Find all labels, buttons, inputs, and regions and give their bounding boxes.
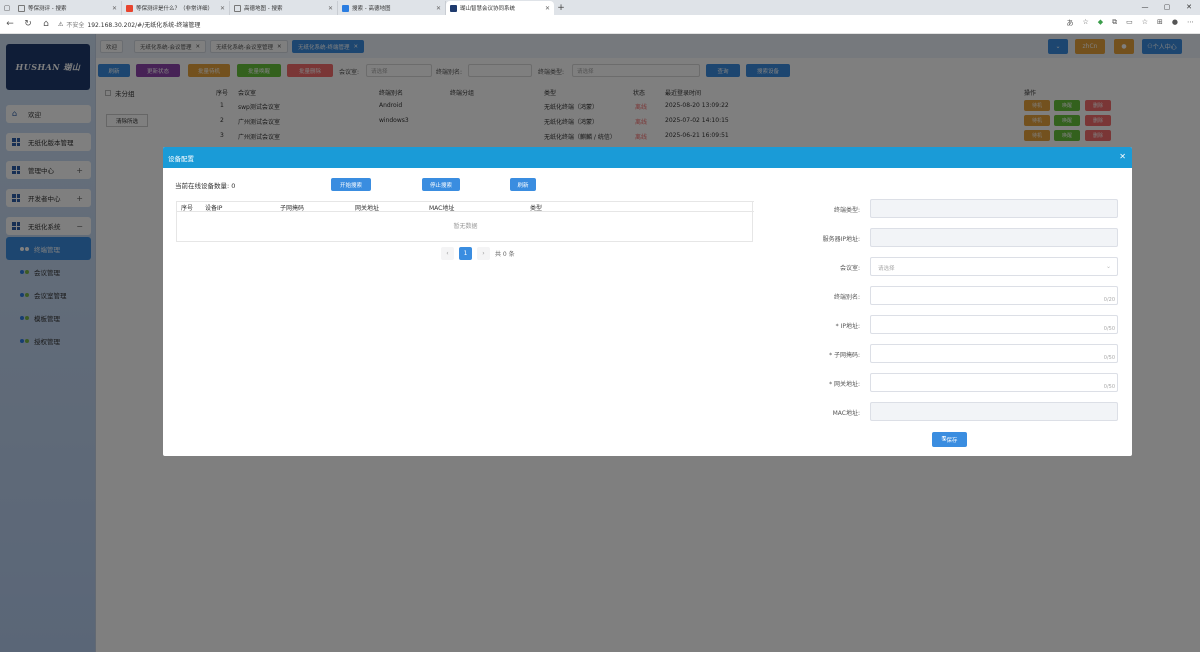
close-tab-icon[interactable]: ✕ xyxy=(220,5,225,12)
extensions-icon[interactable]: ⧉ xyxy=(1112,18,1117,28)
char-counter: 0/50 xyxy=(1103,384,1115,390)
column-header: 子网掩码 xyxy=(280,205,305,212)
csdn-favicon-icon xyxy=(126,4,133,12)
subnet-mask-field[interactable]: 0/50 xyxy=(870,344,1118,363)
alias-label: 终端别名: xyxy=(833,294,860,301)
dialog-title: 设备配置 xyxy=(168,154,194,163)
refresh-label: 刷新 xyxy=(517,182,529,189)
online-count: 当前在线设备数量: 0 xyxy=(175,180,235,190)
favorites-icon[interactable]: ☆ xyxy=(1142,18,1148,28)
online-count-label: 当前在线设备数量: xyxy=(175,182,230,190)
url-field[interactable]: ⚠ 不安全 192.168.30.202/#/无纸化系统-终端管理 xyxy=(58,20,200,29)
browser-tab-title: 瑚山智慧会议协同系统 xyxy=(460,6,516,12)
ip-field[interactable]: 0/50 xyxy=(870,315,1118,334)
terminal-type-field[interactable] xyxy=(870,199,1118,218)
browser-tab[interactable]: 搜索 - 高德地图 ✕ xyxy=(338,1,446,15)
close-tab-icon[interactable]: ✕ xyxy=(545,5,550,12)
browser-tabbar: ▢ 等保测评 - 搜索 ✕ 等保测评是什么？（非常详细） ✕ 高德地图 - 搜索 ✕ … xyxy=(0,0,1200,15)
close-icon[interactable]: ✕ xyxy=(1119,152,1126,161)
server-ip-label: 服务器IP地址: xyxy=(822,236,860,243)
char-counter: 0/20 xyxy=(1103,297,1115,303)
home-icon[interactable]: ⌂ xyxy=(40,19,52,29)
room-select[interactable]: 请选择 ⌄ xyxy=(870,257,1118,276)
amap-favicon-icon xyxy=(342,4,349,12)
browser-tab[interactable]: 高德地图 - 搜索 ✕ xyxy=(230,1,338,15)
refresh-button[interactable]: 刷新 xyxy=(510,178,536,191)
chevron-down-icon: ⌄ xyxy=(1105,263,1111,270)
page-number-button[interactable]: 1 xyxy=(459,247,472,260)
device-config-dialog: 设备配置 ✕ 当前在线设备数量: 0 开始搜索 停止搜索 刷新 序号 设备IP … xyxy=(163,147,1132,456)
split-screen-icon[interactable]: ▭ xyxy=(1126,18,1133,28)
browser-tab-title: 高德地图 - 搜索 xyxy=(244,6,283,12)
window-menu-icon[interactable]: ▢ xyxy=(0,0,14,15)
mac-label: MAC地址: xyxy=(832,410,860,417)
app-favicon-icon xyxy=(450,4,457,12)
column-header: 序号 xyxy=(181,205,194,212)
gateway-label: * 网关地址: xyxy=(829,381,860,388)
ip-label: * IP地址: xyxy=(835,323,860,330)
reload-icon[interactable]: ↻ xyxy=(22,19,34,29)
insecure-label: 不安全 xyxy=(66,21,85,29)
save-label: 保存 xyxy=(946,437,958,444)
subnet-mask-label: * 子网掩码: xyxy=(829,352,860,359)
back-icon[interactable]: ← xyxy=(4,19,16,29)
start-search-button[interactable]: 开始搜索 xyxy=(331,178,371,191)
close-window-icon[interactable]: ✕ xyxy=(1178,0,1200,14)
column-header: MAC地址 xyxy=(429,205,455,212)
server-ip-field[interactable] xyxy=(870,228,1118,247)
next-page-button[interactable]: › xyxy=(477,247,490,260)
column-header: 网关地址 xyxy=(355,205,380,212)
collections-icon[interactable]: ⊞ xyxy=(1157,18,1163,28)
browser-tab-active[interactable]: 瑚山智慧会议协同系统 ✕ xyxy=(446,1,554,15)
shield-icon[interactable]: ◆ xyxy=(1098,18,1103,28)
device-table: 序号 设备IP 子网掩码 网关地址 MAC地址 类型 暂无数据 xyxy=(176,201,754,242)
char-counter: 0/50 xyxy=(1103,326,1115,332)
browser-tab[interactable]: 等保测评是什么？（非常详细） ✕ xyxy=(122,1,230,15)
address-bar: ← ↻ ⌂ ⚠ 不安全 192.168.30.202/#/无纸化系统-终端管理 … xyxy=(0,15,1200,34)
save-button[interactable]: 🖫 保存 xyxy=(932,432,967,447)
close-tab-icon[interactable]: ✕ xyxy=(112,5,117,12)
favorite-star-icon[interactable]: ☆ xyxy=(1082,18,1088,28)
warning-icon: ⚠ xyxy=(58,20,64,28)
browser-toolbar-icons: あ ☆ ◆ ⧉ ▭ ☆ ⊞ ● ⋯ xyxy=(1066,18,1194,28)
pagination: ‹ 1 › 共 0 条 xyxy=(441,247,515,260)
translate-icon[interactable]: あ xyxy=(1066,18,1073,28)
url-text: 192.168.30.202/#/无纸化系统-终端管理 xyxy=(87,21,201,29)
alias-field[interactable]: 0/20 xyxy=(870,286,1118,305)
close-tab-icon[interactable]: ✕ xyxy=(436,5,441,12)
minimize-icon[interactable]: — xyxy=(1134,0,1156,14)
stop-search-button[interactable]: 停止搜索 xyxy=(422,178,460,191)
empty-state-text: 暂无数据 xyxy=(453,223,478,230)
room-placeholder: 请选择 xyxy=(878,266,895,272)
maximize-icon[interactable]: ▢ xyxy=(1156,0,1178,14)
browser-tab[interactable]: 等保测评 - 搜索 ✕ xyxy=(14,1,122,15)
column-header: 设备IP xyxy=(205,205,223,212)
browser-tab-title: 搜索 - 高德地图 xyxy=(352,6,391,12)
dialog-body: 当前在线设备数量: 0 开始搜索 停止搜索 刷新 序号 设备IP 子网掩码 网关… xyxy=(163,168,1132,456)
dialog-header: 设备配置 ✕ xyxy=(163,147,1132,168)
online-count-value: 0 xyxy=(231,182,236,190)
total-count: 共 0 条 xyxy=(495,251,515,258)
terminal-type-label: 终端类型: xyxy=(833,207,860,214)
char-counter: 0/50 xyxy=(1103,355,1115,361)
search-favicon-icon xyxy=(18,4,25,12)
mac-field[interactable] xyxy=(870,402,1118,421)
device-config-form: 终端类型: 服务器IP地址: 会议室: 请选择 ⌄ 终端别名: 0/20 * IP… xyxy=(783,168,1132,456)
prev-page-button[interactable]: ‹ xyxy=(441,247,454,260)
room-label: 会议室: xyxy=(839,265,860,272)
device-table-header: 序号 设备IP 子网掩码 网关地址 MAC地址 类型 xyxy=(177,201,754,212)
profile-icon[interactable]: ● xyxy=(1172,18,1178,28)
new-tab-icon[interactable]: + xyxy=(554,1,568,15)
browser-tab-title: 等保测评是什么？（非常详细） xyxy=(136,6,214,12)
gateway-field[interactable]: 0/50 xyxy=(870,373,1118,392)
close-tab-icon[interactable]: ✕ xyxy=(328,5,333,12)
window-controls: — ▢ ✕ xyxy=(1134,0,1200,14)
start-search-label: 开始搜索 xyxy=(339,182,362,189)
browser-tab-title: 等保测评 - 搜索 xyxy=(28,6,67,12)
stop-search-label: 停止搜索 xyxy=(429,182,452,189)
column-header: 类型 xyxy=(530,205,543,212)
more-icon[interactable]: ⋯ xyxy=(1187,18,1194,28)
search-favicon-icon xyxy=(234,4,241,12)
